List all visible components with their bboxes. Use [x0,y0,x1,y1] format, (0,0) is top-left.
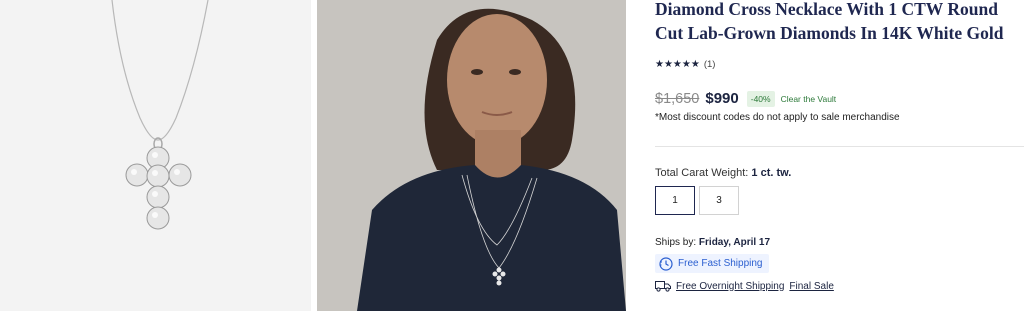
carat-options: 1 3 [655,186,739,215]
product-image[interactable] [0,0,311,311]
ships-by-date: Friday, April 17 [698,237,771,248]
original-price: $1,650 [655,90,700,107]
cross-pendant-image [0,0,311,311]
rating[interactable]: ★★★★★ (1) [655,59,715,70]
star-rating-icon: ★★★★★ [655,59,700,70]
fast-shipping-icon [659,256,673,271]
free-fast-shipping-text: Free Fast Shipping [678,258,763,269]
ships-by-label: Ships by: [655,237,697,248]
price-row: $1,650 $990 -40% Clear the Vault [655,90,836,107]
carat-label-text: Total Carat Weight: [655,167,749,179]
free-fast-shipping-badge: Free Fast Shipping [655,254,769,273]
product-title: Diamond Cross Necklace With 1 CTW Round … [655,0,1004,43]
ships-by: Ships by: Friday, April 17 [655,237,770,248]
free-overnight-shipping-link[interactable]: Free Overnight Shipping [676,281,784,292]
discount-disclaimer: *Most discount codes do not apply to sal… [655,112,900,123]
truck-icon [655,281,671,292]
carat-option-1[interactable]: 1 [655,186,695,215]
model-photo [317,0,626,311]
sale-price: $990 [705,90,739,107]
sale-event-name: Clear the Vault [780,93,837,104]
discount-badge: -40% [746,90,775,107]
carat-selected-value: 1 ct. tw. [751,167,792,179]
review-count[interactable]: (1) [704,59,716,70]
divider [655,146,1024,147]
final-sale-link[interactable]: Final Sale [789,281,833,292]
model-image[interactable] [317,0,626,311]
overnight-shipping-row: Free Overnight Shipping Final Sale [655,280,834,292]
carat-weight-label: Total Carat Weight: 1 ct. tw. [655,167,791,179]
carat-option-3[interactable]: 3 [699,186,739,215]
